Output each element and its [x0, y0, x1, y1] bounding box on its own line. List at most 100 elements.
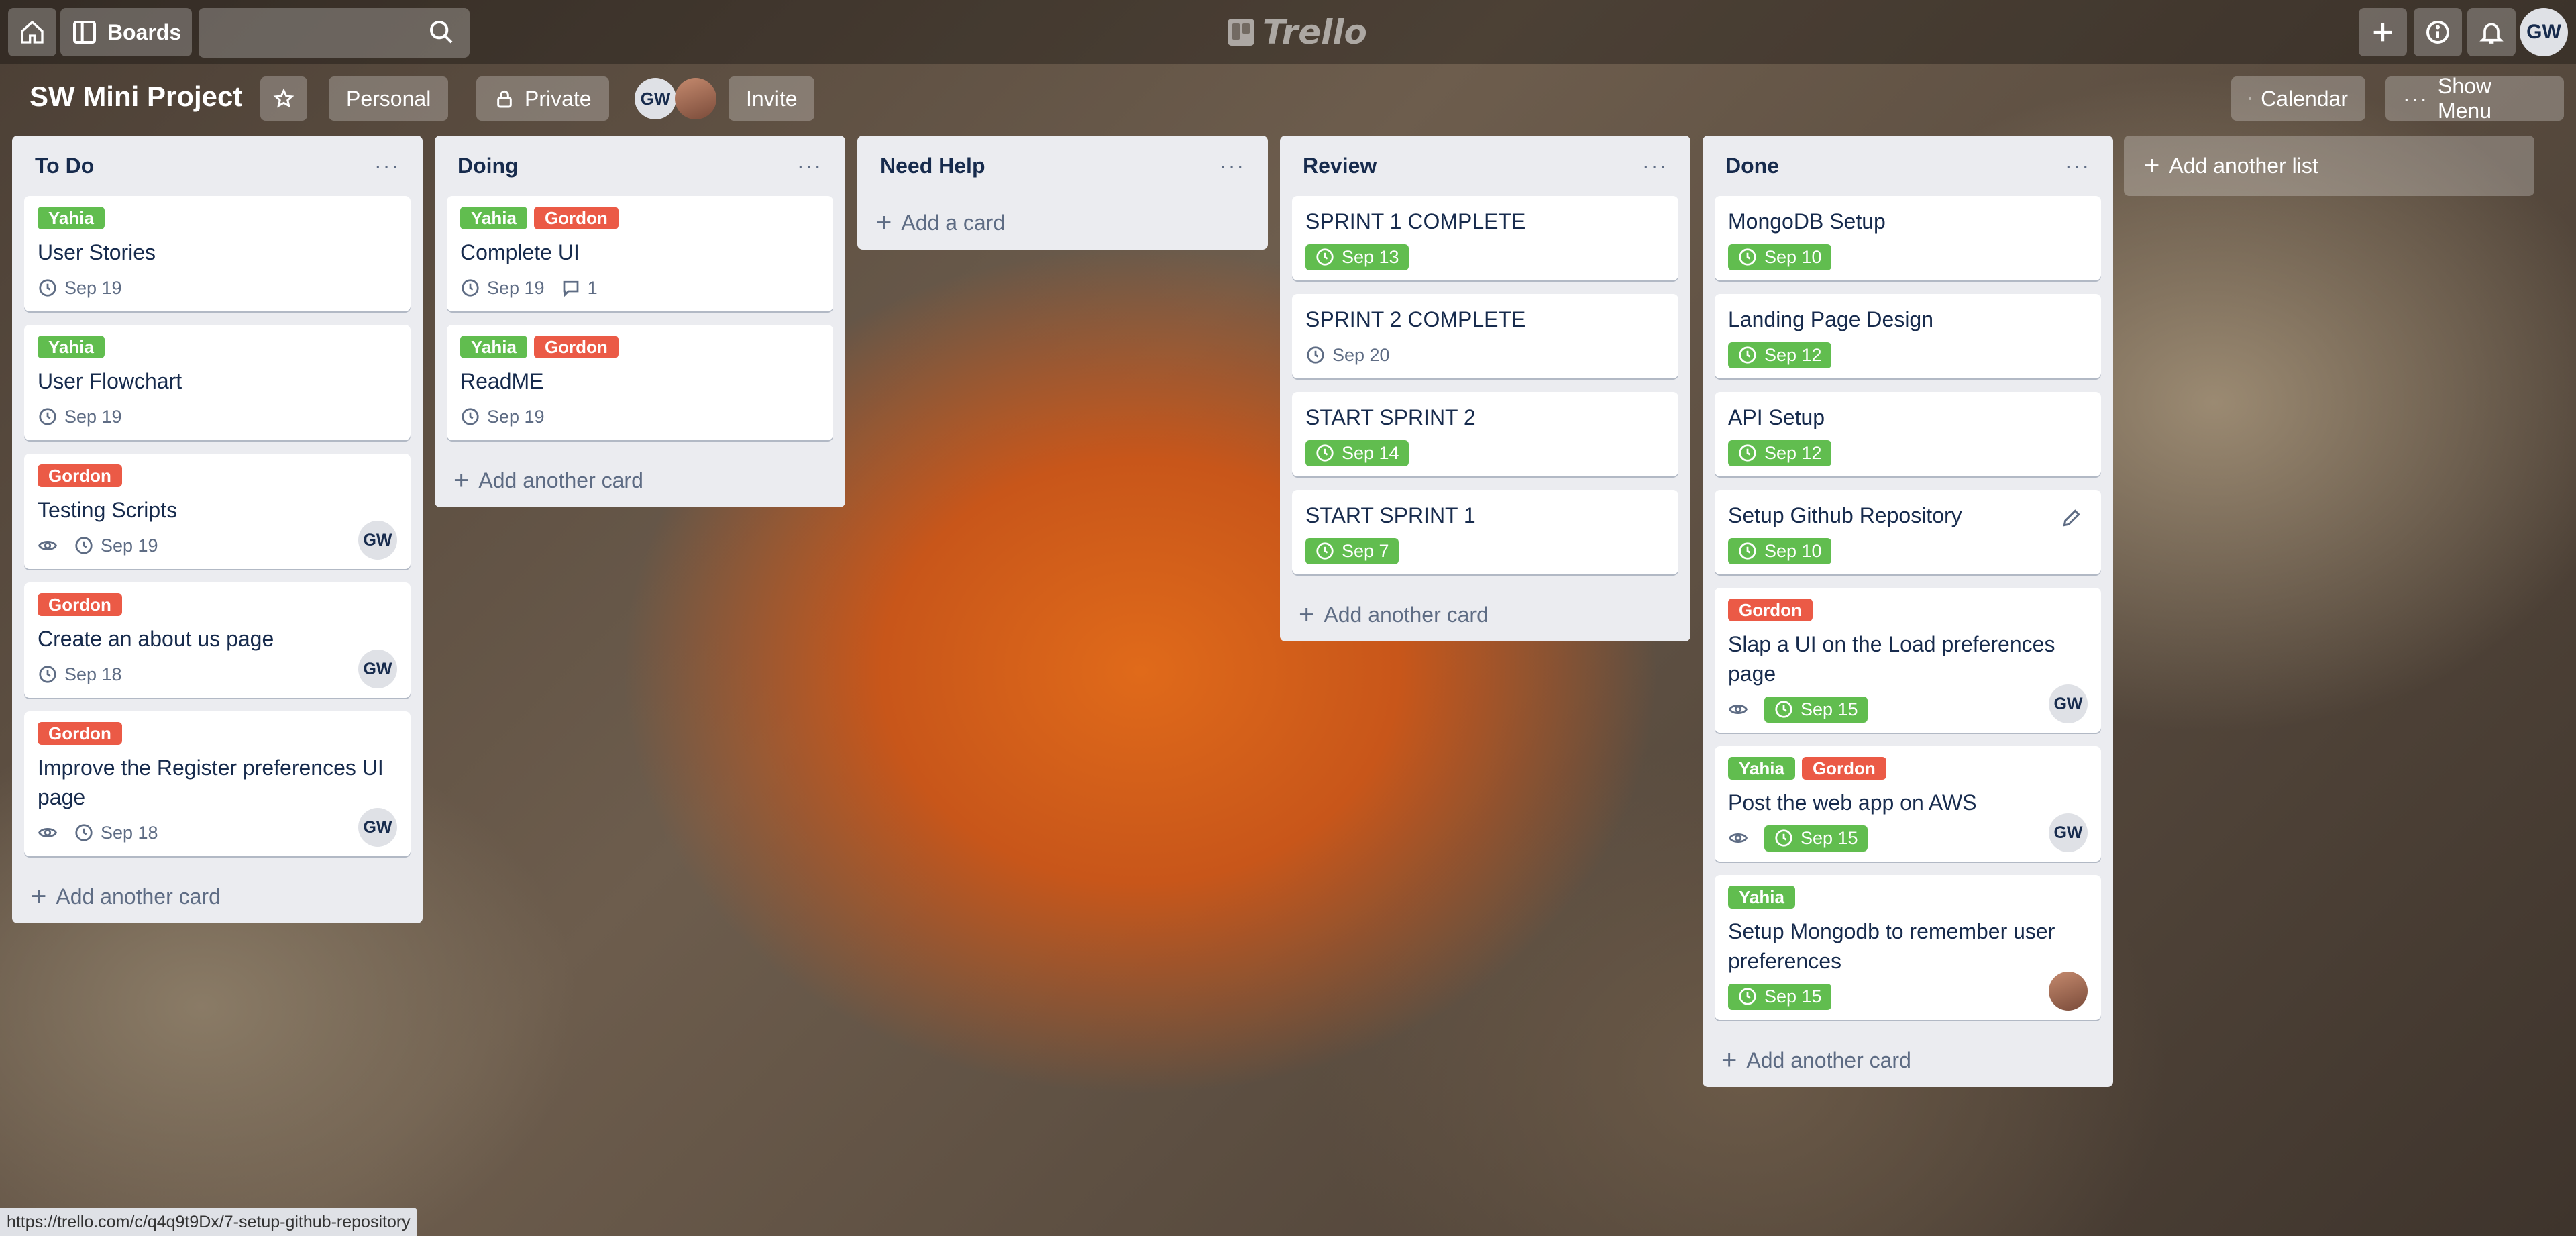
due-date-badge[interactable]: Sep 20 — [1305, 345, 1390, 366]
due-date-badge-complete[interactable]: Sep 13 — [1305, 244, 1409, 270]
list-menu-icon[interactable]: ··· — [1642, 154, 1668, 178]
list-menu-icon[interactable]: ··· — [797, 154, 822, 178]
card-label[interactable]: Gordon — [533, 207, 619, 229]
search-icon[interactable] — [428, 19, 455, 46]
card[interactable]: START SPRINT 2 Sep 14 — [1292, 392, 1678, 476]
due-date-badge-complete[interactable]: Sep 10 — [1728, 537, 1831, 564]
due-date-text: Sep 15 — [1801, 827, 1858, 848]
card[interactable]: Setup Github Repository Sep 10 — [1715, 490, 2101, 574]
card[interactable]: Yahia Setup Mongodb to remember user pref… — [1715, 875, 2101, 1020]
card[interactable]: Yahia User Flowchart Sep 19 — [24, 325, 411, 440]
due-date-badge-complete[interactable]: Sep 15 — [1728, 983, 1831, 1010]
card-label[interactable]: Yahia — [38, 336, 105, 358]
card[interactable]: API Setup Sep 12 — [1715, 392, 2101, 476]
card[interactable]: MongoDB Setup Sep 10 — [1715, 196, 2101, 280]
card-member-avatar[interactable]: GW — [2049, 684, 2088, 723]
due-date-text: Sep 7 — [1342, 540, 1389, 561]
card[interactable]: Yahia User Stories Sep 19 — [24, 196, 411, 311]
info-icon — [2426, 21, 2449, 44]
card-label[interactable]: Yahia — [460, 207, 527, 229]
card-label[interactable]: Gordon — [38, 722, 122, 745]
card[interactable]: Yahia Gordon Post the web app on AWS Sep 15… — [1715, 746, 2101, 862]
list-title[interactable]: To Do — [35, 154, 94, 178]
info-button[interactable] — [2414, 8, 2462, 56]
list-menu-icon[interactable]: ··· — [1220, 154, 1245, 178]
card[interactable]: Gordon Testing Scripts Sep 19 GW — [24, 454, 411, 569]
member-avatar-gw[interactable]: GW — [635, 78, 676, 119]
add-card-button[interactable]: + Add a card — [869, 196, 1256, 250]
add-list-button[interactable]: + Add another list — [2124, 136, 2534, 196]
card-member-avatar[interactable] — [2049, 972, 2088, 1011]
due-date-badge[interactable]: Sep 19 — [38, 278, 122, 299]
card-label[interactable]: Gordon — [1728, 599, 1813, 621]
card-badges: Sep 20 — [1305, 341, 1665, 369]
list-to-do: To Do ··· Yahia User Stories Sep 19 Yahia User… — [12, 136, 423, 923]
list-menu-icon[interactable]: ··· — [2065, 154, 2090, 178]
card[interactable]: Yahia Gordon ReadME Sep 19 — [447, 325, 833, 440]
due-date-badge-complete[interactable]: Sep 12 — [1728, 440, 1831, 466]
card[interactable]: Gordon Create an about us page Sep 18 GW — [24, 582, 411, 698]
due-date-badge[interactable]: Sep 19 — [38, 407, 122, 427]
trello-logo[interactable]: Trello — [1228, 12, 1367, 52]
card-member-avatar[interactable]: GW — [2049, 813, 2088, 852]
card-member-avatar[interactable]: GW — [358, 521, 397, 560]
card-member-avatar[interactable]: GW — [358, 650, 397, 688]
card-member-avatar[interactable]: GW — [358, 808, 397, 847]
card-title: Improve the Register preferences UI page — [38, 756, 384, 809]
due-date-badge[interactable]: Sep 19 — [460, 407, 545, 427]
member-avatar-photo[interactable] — [675, 78, 716, 119]
card-label[interactable]: Yahia — [1728, 886, 1795, 909]
home-button[interactable] — [8, 8, 56, 56]
card-title: Slap a UI on the Load preferences page — [1728, 632, 2055, 686]
user-avatar[interactable]: GW — [2520, 8, 2568, 56]
list-title[interactable]: Need Help — [880, 154, 985, 178]
card-label[interactable]: Gordon — [38, 593, 122, 616]
card-label[interactable]: Yahia — [38, 207, 105, 229]
board-title[interactable]: SW Mini Project — [30, 81, 242, 113]
privacy-button[interactable]: Private — [476, 76, 609, 121]
due-date-badge[interactable]: Sep 19 — [460, 278, 545, 299]
due-date-text: Sep 13 — [1342, 246, 1399, 267]
card[interactable]: Yahia Gordon Complete UI Sep 19 1 — [447, 196, 833, 311]
boards-button[interactable]: Boards — [60, 8, 192, 56]
due-date-badge-complete[interactable]: Sep 10 — [1728, 244, 1831, 270]
list-title[interactable]: Done — [1725, 154, 1779, 178]
due-date-badge-complete[interactable]: Sep 15 — [1764, 825, 1868, 852]
list-title[interactable]: Doing — [458, 154, 519, 178]
list-menu-icon[interactable]: ··· — [374, 154, 400, 178]
card[interactable]: Gordon Slap a UI on the Load preferences … — [1715, 588, 2101, 733]
add-card-button[interactable]: + Add another card — [24, 870, 411, 923]
card[interactable]: Landing Page Design Sep 12 — [1715, 294, 2101, 378]
card-label[interactable]: Yahia — [460, 336, 527, 358]
card-label[interactable]: Gordon — [1801, 757, 1886, 780]
due-date-badge-complete[interactable]: Sep 15 — [1764, 696, 1868, 723]
plus-icon: + — [31, 881, 47, 911]
invite-button[interactable]: Invite — [729, 76, 815, 121]
due-date-badge-complete[interactable]: Sep 7 — [1305, 537, 1399, 564]
star-button[interactable] — [260, 76, 307, 121]
create-button[interactable] — [2359, 8, 2407, 56]
calendar-button[interactable]: Calendar — [2231, 76, 2365, 121]
add-card-button[interactable]: + Add another card — [1292, 588, 1678, 641]
card[interactable]: SPRINT 1 COMPLETE Sep 13 — [1292, 196, 1678, 280]
card-label[interactable]: Gordon — [533, 336, 619, 358]
card[interactable]: START SPRINT 1 Sep 7 — [1292, 490, 1678, 574]
due-date-badge-complete[interactable]: Sep 14 — [1305, 440, 1409, 466]
notifications-button[interactable] — [2467, 8, 2516, 56]
card-label[interactable]: Yahia — [1728, 757, 1795, 780]
due-date-badge[interactable]: Sep 18 — [74, 823, 158, 843]
team-visibility-button[interactable]: Personal — [329, 76, 449, 121]
due-date-badge[interactable]: Sep 18 — [38, 664, 122, 685]
list-title[interactable]: Review — [1303, 154, 1377, 178]
due-date-badge[interactable]: Sep 19 — [74, 535, 158, 556]
card-label[interactable]: Gordon — [38, 464, 122, 487]
card[interactable]: Gordon Improve the Register preferences U… — [24, 711, 411, 856]
top-navigation-bar: Boards Trello GW — [0, 0, 2576, 64]
show-menu-button[interactable]: ··· Show Menu — [2385, 74, 2564, 123]
add-card-button[interactable]: + Add another card — [1715, 1033, 2101, 1087]
card[interactable]: SPRINT 2 COMPLETE Sep 20 — [1292, 294, 1678, 378]
due-date-text: Sep 19 — [487, 406, 545, 427]
add-card-button[interactable]: + Add another card — [447, 454, 833, 507]
edit-card-icon[interactable] — [2061, 507, 2082, 529]
due-date-badge-complete[interactable]: Sep 12 — [1728, 342, 1831, 368]
